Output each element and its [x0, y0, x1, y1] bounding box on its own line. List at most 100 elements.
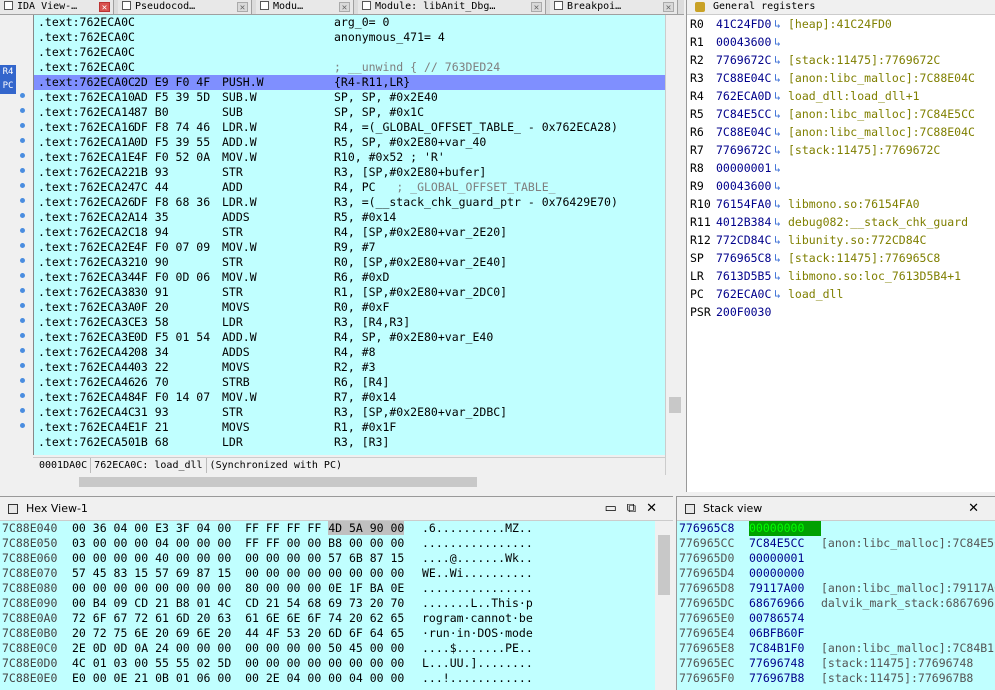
- jump-arrow-icon[interactable]: ↳: [774, 123, 788, 141]
- close-tab-icon[interactable]: ✕: [99, 2, 110, 13]
- stack-row[interactable]: 776965E0 00786574: [677, 611, 995, 626]
- breakpoint-dot[interactable]: [20, 108, 25, 113]
- disasm-line[interactable]: .text:762ECA26DF F8 68 36 LDR.W R3, =(__st…: [34, 195, 665, 210]
- register-value[interactable]: 7C84E5CC: [716, 105, 774, 123]
- register-value[interactable]: 00043600: [716, 33, 774, 51]
- stack-row[interactable]: 776965EC 77696748 [stack:11475]:77696748: [677, 656, 995, 671]
- tab-5[interactable]: Breakpoi… ✕: [550, 0, 678, 14]
- hex-row[interactable]: 7C88E090 00 B4 09 CD 21 B8 01 4C CD 21 54…: [0, 596, 655, 611]
- breakpoint-dot[interactable]: [20, 363, 25, 368]
- disasm-line[interactable]: .text:762ECA3210 90 STR R0, [SP,#0x2E80+va…: [34, 255, 665, 270]
- register-value[interactable]: 4012B384: [716, 213, 774, 231]
- disasm-line[interactable]: .text:762ECA1A0D F5 39 55 ADD.W R5, SP, #0…: [34, 135, 665, 150]
- breakpoint-dot[interactable]: [20, 393, 25, 398]
- stack-row[interactable]: 776965DC 68676966 dalvik_mark_stack:686769…: [677, 596, 995, 611]
- disasm-line[interactable]: .text:762ECA3A0F 20 MOVS R0, #0xF: [34, 300, 665, 315]
- disasm-line[interactable]: .text:762ECA484F F0 14 07 MOV.W R7, #0x14: [34, 390, 665, 405]
- breakpoint-dot[interactable]: [20, 408, 25, 413]
- register-value[interactable]: 7769672C: [716, 51, 774, 69]
- hex-row[interactable]: 7C88E0A0 72 6F 67 72 61 6D 20 63 61 6E 6E…: [0, 611, 655, 626]
- stack-row[interactable]: 776965E4 06BFB60F: [677, 626, 995, 641]
- close-icon[interactable]: ✕: [646, 501, 667, 516]
- stack-list[interactable]: 776965C8 00000000 776965CC 7C84E5CC [anon:li…: [677, 521, 995, 690]
- stack-value[interactable]: 68676966: [749, 596, 821, 611]
- disassembly-vertical-scrollbar[interactable]: [665, 15, 683, 475]
- disasm-line[interactable]: .text:762ECA247C 44 ADD R4, PC ; _GLOBAL_O…: [34, 180, 665, 195]
- disassembly-horizontal-scrollbar[interactable]: [33, 475, 665, 489]
- register-value[interactable]: 762ECA0C: [716, 285, 774, 303]
- breakpoint-dot[interactable]: [20, 288, 25, 293]
- breakpoint-dot[interactable]: [20, 243, 25, 248]
- pc-register-marker[interactable]: R4 PC: [0, 65, 16, 94]
- jump-arrow-icon[interactable]: ↳: [774, 249, 788, 267]
- disasm-line[interactable]: .text:762ECA501B 68 LDR R3, [R3]: [34, 435, 665, 450]
- hex-row[interactable]: 7C88E0C0 2E 0D 0D 0A 24 00 00 00 00 00 00…: [0, 641, 655, 656]
- tab-3[interactable]: Modu… ✕: [256, 0, 354, 14]
- register-value[interactable]: 772CD84C: [716, 231, 774, 249]
- disasm-line[interactable]: .text:762ECA0C arg_0= 0: [34, 15, 665, 30]
- jump-arrow-icon[interactable]: ↳: [774, 285, 788, 303]
- breakpoint-dot[interactable]: [20, 258, 25, 263]
- jump-arrow-icon[interactable]: ↳: [774, 159, 788, 177]
- stack-row[interactable]: 776965F0 776967B8 [stack:11475]:776967B8: [677, 671, 995, 686]
- disasm-line[interactable]: .text:762ECA4C31 93 STR R3, [SP,#0x2E80+va…: [34, 405, 665, 420]
- disasm-line[interactable]: .text:762ECA4403 22 MOVS R2, #3: [34, 360, 665, 375]
- hex-row[interactable]: 7C88E0B0 20 72 75 6E 20 69 6E 20 44 4F 53…: [0, 626, 655, 641]
- register-row[interactable]: R11 4012B384 ↳ debug082:__stack_chk_guard: [687, 213, 995, 231]
- scroll-thumb[interactable]: [658, 535, 670, 595]
- register-row[interactable]: R1 00043600 ↳: [687, 33, 995, 51]
- jump-arrow-icon[interactable]: ↳: [774, 69, 788, 87]
- disasm-line[interactable]: .text:762ECA1E4F F0 52 0A MOV.W R10, #0x52…: [34, 150, 665, 165]
- jump-arrow-icon[interactable]: ↳: [774, 15, 788, 33]
- close-tab-icon[interactable]: ✕: [237, 2, 248, 13]
- hex-row[interactable]: 7C88E060 00 00 00 00 40 00 00 00 00 00 00…: [0, 551, 655, 566]
- close-icon[interactable]: ✕: [968, 501, 989, 516]
- register-value[interactable]: 776965C8: [716, 249, 774, 267]
- disasm-line[interactable]: .text:762ECA0C anonymous_471= 4: [34, 30, 665, 45]
- breakpoint-dot[interactable]: [20, 303, 25, 308]
- register-value[interactable]: 762ECA0D: [716, 87, 774, 105]
- stack-row[interactable]: 776965C8 00000000: [677, 521, 995, 536]
- register-value[interactable]: 76154FA0: [716, 195, 774, 213]
- breakpoint-dot[interactable]: [20, 183, 25, 188]
- disasm-line[interactable]: .text:762ECA2A14 35 ADDS R5, #0x14: [34, 210, 665, 225]
- hex-row[interactable]: 7C88E0D0 4C 01 03 00 55 55 02 5D 00 00 00…: [0, 656, 655, 671]
- breakpoint-dot[interactable]: [20, 273, 25, 278]
- register-row[interactable]: R8 00000001 ↳: [687, 159, 995, 177]
- register-row[interactable]: R3 7C88E04C ↳ [anon:libc_malloc]:7C88E04C: [687, 69, 995, 87]
- stack-value[interactable]: 7C84B1F0: [749, 641, 821, 656]
- register-value[interactable]: 00043600: [716, 177, 774, 195]
- stack-row[interactable]: 776965D4 00000000: [677, 566, 995, 581]
- jump-arrow-icon[interactable]: ↳: [774, 141, 788, 159]
- jump-arrow-icon[interactable]: ↳: [774, 213, 788, 231]
- restore-icon[interactable]: ▭: [605, 501, 627, 516]
- breakpoint-dot[interactable]: [20, 318, 25, 323]
- jump-arrow-icon[interactable]: ↳: [774, 87, 788, 105]
- register-row[interactable]: R0 41C24FD0 ↳ [heap]:41C24FD0: [687, 15, 995, 33]
- register-row[interactable]: R2 7769672C ↳ [stack:11475]:7769672C: [687, 51, 995, 69]
- stack-row[interactable]: 776965D8 79117A00 [anon:libc_malloc]:79117…: [677, 581, 995, 596]
- stack-value[interactable]: 00786574: [749, 611, 821, 626]
- close-tab-icon[interactable]: ✕: [339, 2, 350, 13]
- register-row[interactable]: R6 7C88E04C ↳ [anon:libc_malloc]:7C88E04C: [687, 123, 995, 141]
- disasm-line[interactable]: .text:762ECA4E1F 21 MOVS R1, #0x1F: [34, 420, 665, 435]
- stack-row[interactable]: 776965D0 00000001: [677, 551, 995, 566]
- register-row[interactable]: R10 76154FA0 ↳ libmono.so:76154FA0: [687, 195, 995, 213]
- register-row[interactable]: LR 7613D5B5 ↳ libmono.so:loc_7613D5B4+1: [687, 267, 995, 285]
- disasm-line[interactable]: .text:762ECA4626 70 STRB R6, [R4]: [34, 375, 665, 390]
- register-row[interactable]: SP 776965C8 ↳ [stack:11475]:776965C8: [687, 249, 995, 267]
- breakpoint-dot[interactable]: [20, 213, 25, 218]
- disasm-line[interactable]: .text:762ECA16DF F8 74 46 LDR.W R4, =(_GLO…: [34, 120, 665, 135]
- breakpoint-dot[interactable]: [20, 138, 25, 143]
- disasm-line[interactable]: .text:762ECA0C: [34, 45, 665, 60]
- jump-arrow-icon[interactable]: ↳: [774, 105, 788, 123]
- stack-row[interactable]: 776965E8 7C84B1F0 [anon:libc_malloc]:7C84B…: [677, 641, 995, 656]
- hex-row[interactable]: 7C88E050 03 00 00 00 04 00 00 00 FF FF 00…: [0, 536, 655, 551]
- register-row[interactable]: PC 762ECA0C ↳ load_dll: [687, 285, 995, 303]
- jump-arrow-icon[interactable]: ↳: [774, 177, 788, 195]
- disasm-line[interactable]: .text:762ECA221B 93 STR R3, [SP,#0x2E80+bu…: [34, 165, 665, 180]
- hex-dump[interactable]: 7C88E040 00 36 04 00 E3 3F 04 00 FF FF FF…: [0, 521, 655, 690]
- breakpoint-dot[interactable]: [20, 348, 25, 353]
- stack-value[interactable]: 00000001: [749, 551, 821, 566]
- close-tab-icon[interactable]: ✕: [663, 2, 674, 13]
